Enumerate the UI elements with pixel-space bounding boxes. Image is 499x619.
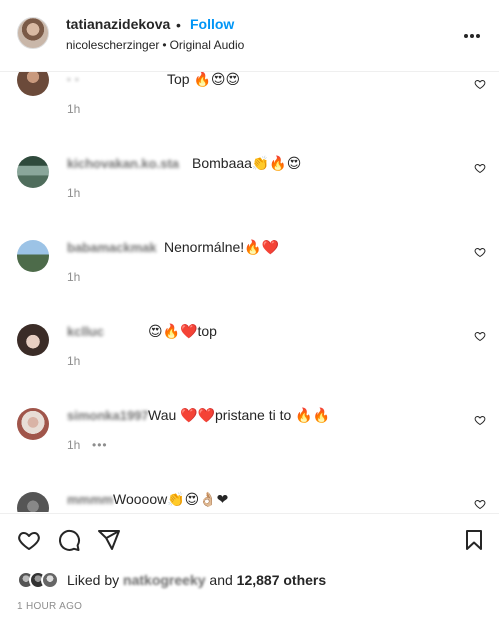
comment-item: mmmm Woooow👏😍👌🏼❤: [0, 484, 499, 512]
likes-count[interactable]: 12,887 others: [237, 572, 327, 588]
likes-and: and: [209, 572, 233, 588]
comment-like-icon[interactable]: [474, 78, 486, 90]
post-actions: Liked by natkogreeky and 12,887 others 1…: [0, 513, 499, 619]
comment-like-icon[interactable]: [474, 330, 486, 342]
comment-item: simonka1997 Wau ❤️❤️pristane ti to 🔥🔥 1h…: [0, 400, 499, 484]
comments-list[interactable]: · · Top 🔥😍😍 1h kichovakan.ko.sta Bombaaa…: [0, 72, 499, 512]
likes-text: Liked by natkogreeky and 12,887 others: [67, 572, 326, 588]
comment-item: · · Top 🔥😍😍 1h: [0, 72, 499, 148]
comment-text: Top 🔥😍😍: [167, 72, 241, 87]
comment-icon[interactable]: [57, 528, 81, 552]
comment-item: kichovakan.ko.sta Bombaaa👏🔥😍 1h: [0, 148, 499, 232]
post-timestamp[interactable]: 1 HOUR AGO: [17, 601, 82, 612]
commenter-avatar[interactable]: [17, 408, 49, 440]
likes-summary: Liked by natkogreeky and 12,887 others: [17, 569, 326, 591]
audio-info: nicolescherzinger • Original Audio: [66, 38, 244, 52]
liker-avatar[interactable]: [41, 571, 59, 589]
comment-time: 1h: [67, 438, 81, 452]
commenter-avatar[interactable]: [17, 156, 49, 188]
commenter-username[interactable]: mmmm: [67, 492, 113, 507]
audio-artist-link[interactable]: nicolescherzinger: [66, 38, 159, 52]
commenter-username[interactable]: kclluc: [67, 324, 104, 339]
comment-text: Nenormálne!🔥❤️: [164, 239, 280, 255]
commenter-avatar[interactable]: [17, 240, 49, 272]
commenter-username[interactable]: babamackmak: [67, 240, 157, 255]
comment-text: Bombaaa👏🔥😍: [192, 155, 302, 171]
comment-time: 1h: [67, 270, 81, 284]
bookmark-icon[interactable]: [462, 528, 486, 552]
audio-separator: •: [162, 38, 167, 52]
comment-time: 1h: [67, 186, 81, 200]
comment-text: Wau ❤️❤️pristane ti to 🔥🔥: [148, 407, 331, 423]
comment-like-icon[interactable]: [474, 414, 486, 426]
comment-like-icon[interactable]: [474, 162, 486, 174]
liker-username[interactable]: natkogreeky: [123, 572, 205, 588]
commenter-username[interactable]: simonka1997: [67, 408, 149, 423]
comment-text: Woooow👏😍👌🏼❤: [113, 491, 229, 507]
post-header: tatianazidekova • Follow nicolescherzing…: [0, 0, 499, 72]
audio-label[interactable]: Original Audio: [170, 38, 245, 52]
comment-text: 😍🔥❤️top: [148, 323, 217, 339]
comment-item: kclluc 😍🔥❤️top 1h: [0, 316, 499, 400]
commenter-avatar[interactable]: [17, 492, 49, 512]
author-username[interactable]: tatianazidekova: [66, 16, 170, 32]
comment-more-options[interactable]: •••: [92, 438, 108, 452]
more-options-icon[interactable]: [460, 24, 484, 48]
commenter-username[interactable]: kichovakan.ko.sta: [67, 156, 179, 171]
header-separator: •: [176, 17, 181, 33]
follow-button[interactable]: Follow: [190, 16, 234, 32]
comment-time: 1h: [67, 102, 81, 116]
comment-time: 1h: [67, 354, 81, 368]
comment-like-icon[interactable]: [474, 498, 486, 510]
share-icon[interactable]: [97, 528, 121, 552]
heart-icon[interactable]: [17, 528, 41, 552]
commenter-username[interactable]: · ·: [67, 72, 79, 87]
commenter-avatar[interactable]: [17, 324, 49, 356]
commenter-avatar[interactable]: [17, 72, 49, 96]
likes-prefix: Liked by: [67, 572, 120, 588]
author-avatar[interactable]: [17, 17, 49, 49]
comment-item: babamackmak Nenormálne!🔥❤️ 1h: [0, 232, 499, 316]
comment-like-icon[interactable]: [474, 246, 486, 258]
